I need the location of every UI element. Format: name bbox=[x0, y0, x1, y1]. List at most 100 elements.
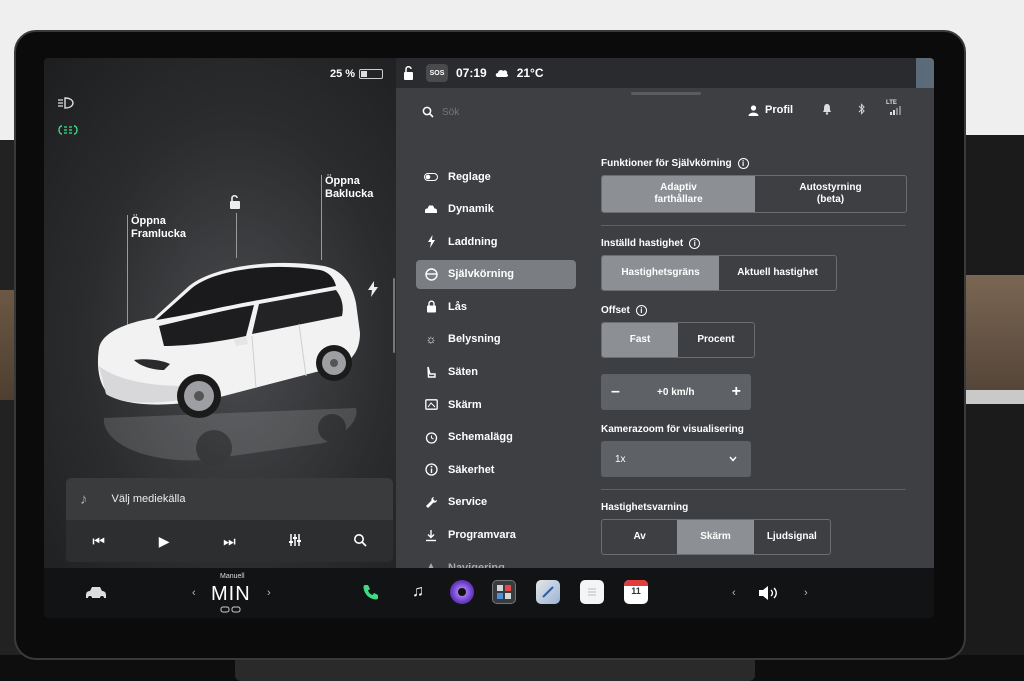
info-icon bbox=[424, 463, 438, 477]
sidebar-item-label: Belysning bbox=[448, 333, 501, 346]
speed-limit-option[interactable]: Hastighetsgräns bbox=[602, 256, 719, 290]
warning-chime-option[interactable]: Ljudsignal bbox=[754, 520, 830, 554]
info-icon[interactable]: i bbox=[635, 305, 647, 316]
sidebar-item-label: Säkerhet bbox=[448, 463, 495, 476]
car-illustration bbox=[97, 262, 360, 466]
fixed-offset-option[interactable]: Fast bbox=[602, 323, 678, 357]
bell-icon[interactable] bbox=[822, 103, 832, 115]
steering-wheel-icon bbox=[424, 267, 438, 281]
metal-trim-right bbox=[965, 390, 1024, 404]
parking-lights-icon[interactable] bbox=[56, 123, 80, 137]
previous-track-icon[interactable]: ⏮ bbox=[84, 533, 114, 550]
decrease-button[interactable]: – bbox=[611, 383, 620, 401]
top-status-bar: SOS 07:19 21°C bbox=[396, 58, 934, 88]
person-icon bbox=[748, 104, 759, 116]
sidebar-item-3[interactable]: Laddning bbox=[416, 227, 576, 256]
sos-badge[interactable]: SOS bbox=[426, 64, 448, 82]
media-player: ♪ Välj mediekälla ⏮ ▶ ⏭ bbox=[66, 478, 393, 562]
divider bbox=[601, 225, 906, 226]
battery-fill bbox=[361, 71, 367, 77]
volume-icon[interactable] bbox=[758, 585, 780, 601]
increase-button[interactable]: + bbox=[732, 383, 741, 401]
touchscreen: 25 % Öppna Framlucka Öppna Baklucka ♪ Vä… bbox=[44, 58, 934, 618]
sidebar-item-11[interactable]: Service bbox=[416, 488, 576, 517]
sidebar-item-label: Schemalägg bbox=[448, 431, 513, 444]
alarm-icon bbox=[424, 430, 438, 444]
battery-percent: 25 % bbox=[330, 68, 356, 80]
features-selector: Adaptiv farthållare Autostyrning (beta) bbox=[601, 175, 907, 213]
volume-down-icon[interactable]: ‹ bbox=[732, 587, 736, 599]
cloud-icon bbox=[495, 69, 508, 77]
current-speed-option[interactable]: Aktuell hastighet bbox=[719, 256, 836, 290]
drag-handle[interactable] bbox=[631, 92, 701, 95]
car-icon[interactable] bbox=[84, 586, 108, 600]
climate-mode-label: Manuell bbox=[220, 573, 245, 580]
warning-off-option[interactable]: Av bbox=[602, 520, 677, 554]
sidebar-item-5[interactable]: Lås bbox=[416, 292, 576, 321]
sidebar-item-2[interactable]: Dynamik bbox=[416, 195, 576, 224]
sidebar-item-10[interactable]: Säkerhet bbox=[416, 455, 576, 484]
headlight-icon[interactable] bbox=[56, 96, 76, 110]
volume-up-icon[interactable]: › bbox=[804, 587, 808, 599]
warning-display-option[interactable]: Skärm bbox=[677, 520, 754, 554]
wrench-icon bbox=[424, 495, 438, 509]
media-source-label: Välj mediekälla bbox=[111, 493, 186, 505]
sidebar-item-label: Programvara bbox=[448, 529, 516, 542]
notes-icon[interactable] bbox=[580, 580, 604, 604]
battery-icon bbox=[359, 69, 384, 79]
sidebar-item-1[interactable]: Reglage bbox=[416, 162, 576, 191]
sidebar-item-4[interactable]: Självkörning bbox=[416, 259, 576, 289]
sidebar-item-9[interactable]: Schemalägg bbox=[416, 423, 576, 452]
signal-icon bbox=[890, 106, 901, 115]
info-icon[interactable]: i bbox=[689, 238, 701, 249]
percent-offset-option[interactable]: Procent bbox=[678, 323, 754, 357]
toggle-icon bbox=[424, 170, 438, 184]
next-track-icon[interactable]: ⏭ bbox=[214, 533, 244, 550]
sidebar-item-7[interactable]: Säten bbox=[416, 358, 576, 387]
outside-temperature: 21°C bbox=[516, 66, 544, 80]
media-search-icon[interactable] bbox=[345, 533, 375, 550]
sidebar-item-label: Självkörning bbox=[448, 268, 515, 281]
bluetooth-icon[interactable] bbox=[858, 103, 866, 115]
offset-section-title: Offset i bbox=[601, 305, 911, 316]
map-preview[interactable] bbox=[916, 58, 934, 88]
panel-scrollbar bbox=[393, 278, 395, 353]
sidebar-item-6[interactable]: ☼ Belysning bbox=[416, 325, 576, 354]
app-launcher-icon[interactable] bbox=[492, 580, 516, 604]
sidebar-item-label: Dynamik bbox=[448, 203, 494, 216]
temperature-up-icon[interactable]: › bbox=[267, 587, 271, 599]
bolt-icon bbox=[424, 235, 438, 249]
profile-button[interactable]: Profil bbox=[748, 104, 793, 116]
bottom-dock: ‹ Manuell MIN › ♫ 11 ‹ › bbox=[44, 568, 934, 618]
camera-zoom-select[interactable]: 1x bbox=[601, 441, 751, 477]
offset-value: +0 km/h bbox=[657, 386, 695, 398]
seat-icon bbox=[424, 365, 438, 379]
adaptive-cruise-option[interactable]: Adaptiv farthållare bbox=[602, 176, 755, 212]
unlock-icon[interactable] bbox=[227, 194, 243, 210]
media-source-row[interactable]: ♪ Välj mediekälla bbox=[66, 478, 393, 520]
download-icon bbox=[424, 528, 438, 542]
phone-icon[interactable] bbox=[359, 580, 383, 604]
warning-section-title: Hastighetsvarning bbox=[601, 502, 689, 513]
info-icon[interactable]: i bbox=[737, 158, 749, 169]
settings-menu: Reglage Dynamik Laddning Självkörning Lås ☼ Be… bbox=[416, 162, 576, 586]
seat-heater-icon[interactable] bbox=[220, 606, 242, 614]
sidebar-item-12[interactable]: Programvara bbox=[416, 521, 576, 550]
search-input[interactable] bbox=[442, 101, 642, 123]
play-icon[interactable]: ▶ bbox=[149, 533, 179, 550]
lock-status-icon[interactable] bbox=[402, 65, 418, 81]
sidebar-item-8[interactable]: Skärm bbox=[416, 390, 576, 419]
music-icon[interactable]: ♫ bbox=[406, 580, 430, 604]
features-section-title: Funktioner för Självkörning i bbox=[601, 158, 911, 169]
offset-stepper: – +0 km/h + bbox=[601, 374, 751, 410]
temperature-down-icon[interactable]: ‹ bbox=[192, 587, 196, 599]
navigation-app-icon[interactable] bbox=[536, 580, 560, 604]
autosteer-option[interactable]: Autostyrning (beta) bbox=[755, 176, 906, 212]
climate-temperature[interactable]: MIN bbox=[211, 583, 251, 606]
sidebar-item-label: Säten bbox=[448, 366, 478, 379]
camera-icon[interactable] bbox=[450, 580, 474, 604]
equalizer-icon[interactable] bbox=[280, 533, 310, 550]
open-frunk-button[interactable]: Öppna Framlucka bbox=[131, 215, 186, 241]
calendar-icon[interactable]: 11 bbox=[624, 580, 648, 604]
open-trunk-button[interactable]: Öppna Baklucka bbox=[325, 175, 373, 201]
